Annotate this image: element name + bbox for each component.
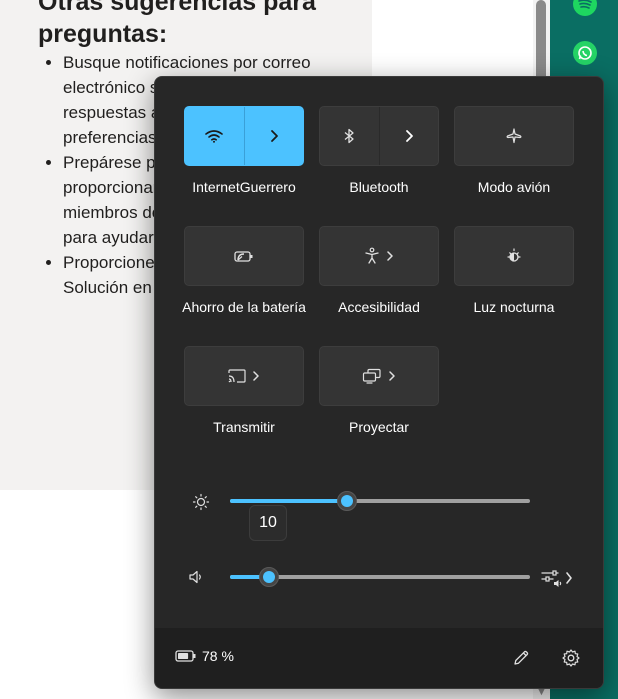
chevron-right-icon — [386, 250, 394, 262]
battery-saver-tile-label: Ahorro de la batería — [182, 299, 306, 315]
project-icon — [362, 368, 382, 384]
bluetooth-tile[interactable] — [319, 106, 439, 166]
chevron-right-icon — [565, 571, 573, 585]
wifi-tile[interactable] — [184, 106, 304, 166]
bluetooth-tile-label: Bluetooth — [349, 179, 409, 195]
chevron-right-icon — [388, 370, 396, 382]
accessibility-tile-label: Accesibilidad — [338, 299, 420, 315]
edit-quick-settings-button[interactable] — [509, 646, 533, 670]
volume-mixer-button[interactable] — [541, 566, 581, 590]
airplane-mode-tile[interactable] — [454, 106, 574, 166]
volume-slider[interactable] — [230, 567, 530, 587]
volume-slider-thumb[interactable] — [259, 567, 279, 587]
battery-status[interactable]: 78 % — [175, 648, 234, 664]
settings-button[interactable] — [559, 646, 583, 670]
document-heading: Otras sugerencias para preguntas: — [38, 0, 316, 48]
brightness-slider-thumb[interactable] — [337, 491, 357, 511]
battery-icon — [175, 650, 197, 662]
scrollbar-thumb[interactable] — [536, 0, 546, 86]
cast-tile[interactable] — [184, 346, 304, 406]
bluetooth-toggle[interactable] — [320, 107, 380, 165]
chevron-right-icon — [404, 129, 414, 143]
whatsapp-icon[interactable] — [573, 41, 597, 65]
cast-icon — [228, 369, 246, 383]
wifi-toggle[interactable] — [185, 107, 245, 165]
brightness-slider[interactable] — [230, 491, 530, 511]
cast-tile-label: Transmitir — [213, 419, 275, 435]
night-light-tile-label: Luz nocturna — [473, 299, 555, 315]
night-light-tile[interactable] — [454, 226, 574, 286]
wifi-tile-label: InternetGuerrero — [192, 179, 296, 195]
brightness-tooltip: 10 — [249, 505, 287, 541]
quick-settings-panel: InternetGuerrero Bluetooth Modo avión Ah… — [154, 76, 604, 689]
brightness-slider-fill — [230, 499, 347, 503]
chevron-right-icon — [269, 129, 279, 143]
project-tile[interactable] — [319, 346, 439, 406]
bluetooth-expand-button[interactable] — [380, 107, 439, 165]
airplane-mode-tile-label: Modo avión — [477, 179, 551, 195]
night-light-icon — [505, 247, 523, 265]
battery-saver-icon — [233, 249, 255, 263]
sound-mixer-icon — [541, 568, 563, 588]
accessibility-tile[interactable] — [319, 226, 439, 286]
bluetooth-icon — [343, 128, 355, 144]
quick-settings-footer: 78 % — [155, 628, 603, 688]
chevron-right-icon — [252, 370, 260, 382]
gear-icon — [561, 648, 581, 668]
battery-saver-tile[interactable] — [184, 226, 304, 286]
speaker-icon[interactable] — [188, 569, 204, 585]
battery-percentage: 78 % — [202, 648, 234, 664]
pencil-icon — [512, 649, 530, 667]
airplane-icon — [505, 127, 523, 145]
wifi-icon — [205, 129, 224, 143]
accessibility-icon — [364, 247, 380, 265]
project-tile-label: Proyectar — [349, 419, 409, 435]
wifi-expand-button[interactable] — [245, 107, 304, 165]
brightness-icon — [192, 493, 210, 511]
